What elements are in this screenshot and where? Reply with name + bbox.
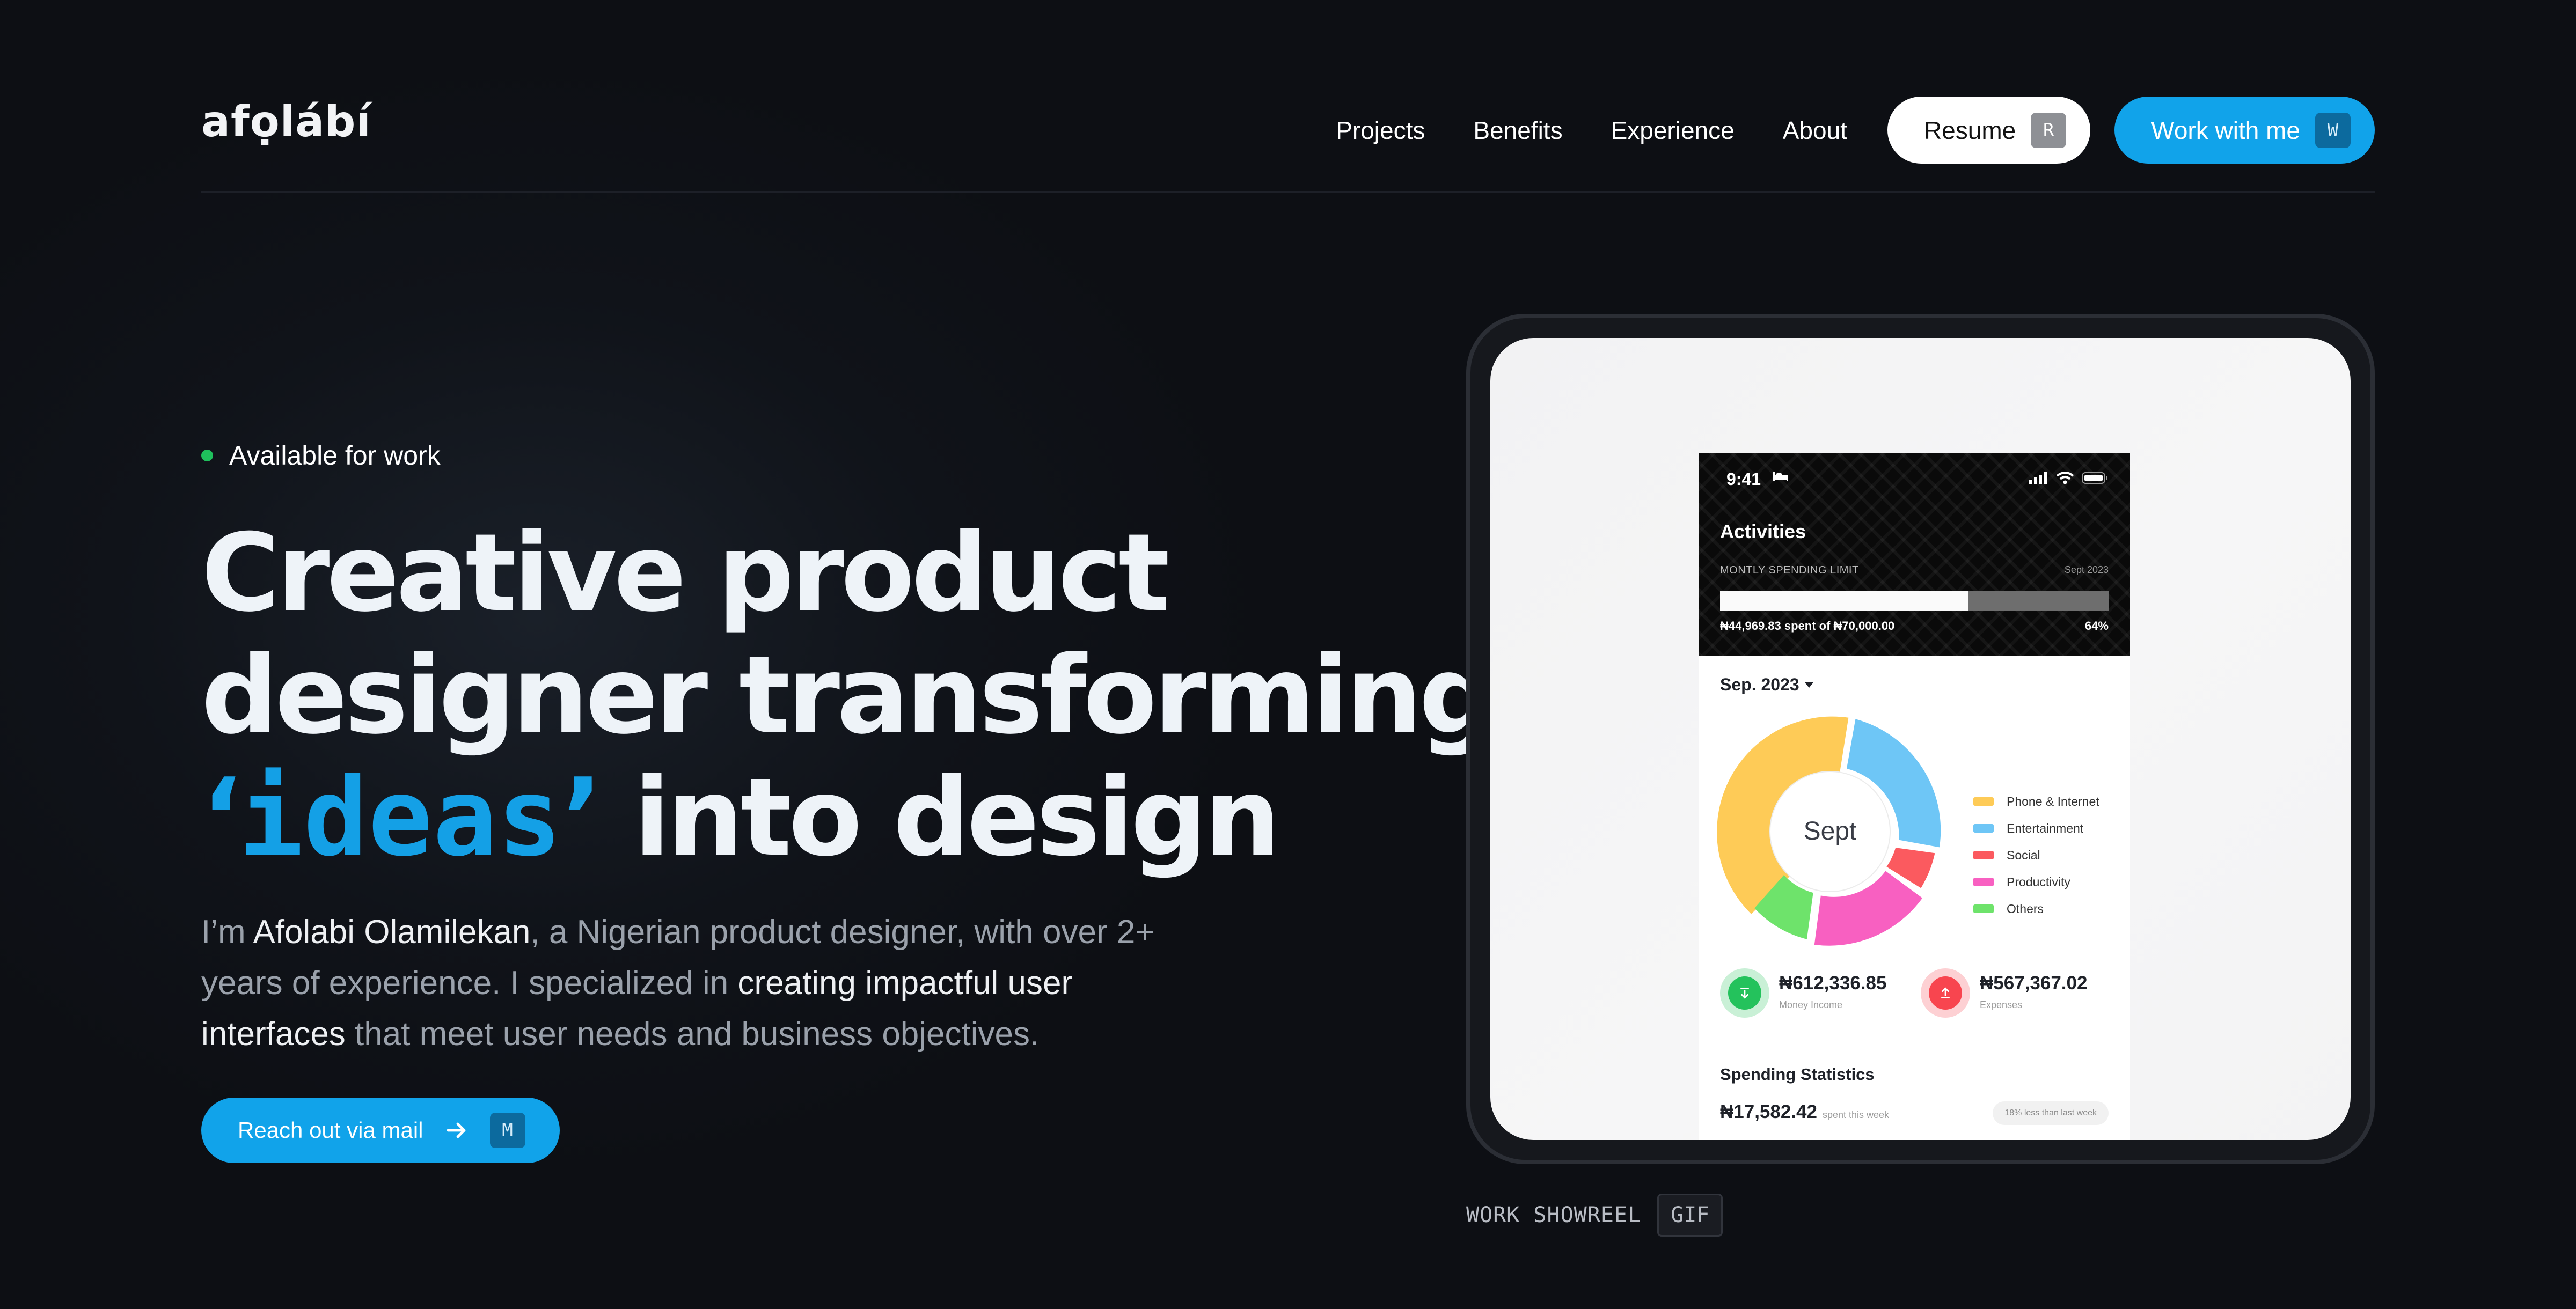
legend-item-productivity: Productivity: [1973, 869, 2099, 895]
nav-divider: [201, 191, 2375, 193]
expense-value: ₦567,367.02: [1980, 973, 2088, 994]
headline-line-3-rest: into design: [633, 755, 1281, 880]
bed-icon: [1773, 472, 1788, 481]
work-with-me-button[interactable]: Work with me W: [2114, 97, 2375, 164]
legend-swatch: [1973, 824, 1994, 833]
spent-summary: ₦44,969.83 spent of ₦70,000.00: [1720, 619, 1895, 633]
legend-label: Others: [2007, 901, 2044, 916]
spending-comparison-badge: 18% less than last week: [1993, 1101, 2109, 1125]
work-showreel-caption: WORK SHOWREEL GIF: [1466, 1194, 1723, 1237]
spent-percent: 64%: [2084, 619, 2109, 633]
availability-status: Available for work: [201, 440, 441, 471]
logo[interactable]: afọlábí: [201, 97, 371, 146]
hero-headline: Creative product designer transforming ‘…: [201, 511, 1496, 879]
resume-button[interactable]: Resume R: [1887, 97, 2091, 164]
legend-item-phone-internet: Phone & Internet: [1973, 788, 2099, 815]
caret-down-icon: [1804, 682, 1813, 688]
spending-amount-sub: spent this week: [1822, 1109, 1890, 1120]
legend-swatch: [1973, 904, 1994, 913]
legend-item-others: Others: [1973, 895, 2099, 922]
mail-shortcut-key: M: [489, 1113, 525, 1148]
showreel-device-frame[interactable]: 9:41 Activities MONTLY SPENDING LIMIT Se…: [1466, 314, 2375, 1164]
wifi-icon: [2056, 472, 2074, 484]
nav-link-benefits[interactable]: Benefits: [1473, 116, 1562, 145]
arrow-right-icon: [447, 1122, 465, 1138]
month-selector-label: Sep. 2023: [1720, 675, 1799, 694]
status-time: 9:41: [1726, 469, 1761, 489]
income-value: ₦612,336.85: [1779, 973, 1887, 994]
spending-amount: ₦17,582.42 spent this week: [1720, 1101, 1889, 1123]
reach-out-label: Reach out via mail: [238, 1117, 423, 1143]
headline-highlight-ideas: ideas: [238, 755, 562, 880]
legend-swatch: [1973, 851, 1994, 859]
hero-bio: I’m Afolabi Olamilekan, a Nigerian produ…: [201, 907, 1221, 1060]
legend-item-entertainment: Entertainment: [1973, 815, 2099, 842]
income-label: Money Income: [1779, 999, 1843, 1010]
legend-item-social: Social: [1973, 842, 2099, 869]
bio-text-3: that meet user needs and business object…: [345, 1016, 1040, 1053]
expense-text: ₦567,367.02 Expenses: [1980, 973, 2087, 1011]
nav-link-experience[interactable]: Experience: [1611, 116, 1735, 145]
status-dot-icon: [201, 450, 213, 461]
expense-label: Expenses: [1980, 999, 2023, 1010]
spending-stats-title: Spending Statistics: [1720, 1065, 1875, 1084]
headline-line-1: Creative product: [201, 511, 1170, 636]
battery-icon: [2082, 472, 2107, 484]
resume-button-label: Resume: [1923, 116, 2016, 144]
legend-label: Social: [2007, 848, 2040, 862]
spending-progress-bar: [1720, 591, 2109, 611]
close-quote: ’: [562, 755, 603, 880]
legend-swatch: [1973, 797, 1994, 806]
income-icon-ring: [1720, 968, 1769, 1018]
work-with-me-label: Work with me: [2151, 116, 2300, 144]
open-quote: ‘: [201, 755, 242, 880]
legend-swatch: [1973, 878, 1994, 886]
status-icons: [2029, 472, 2109, 484]
spending-donut-chart: Sept: [1717, 716, 1941, 946]
spending-progress-fill: [1720, 591, 1969, 611]
nav-link-about[interactable]: About: [1783, 116, 1847, 145]
nav-link-projects[interactable]: Projects: [1336, 116, 1425, 145]
app-title: Activities: [1720, 520, 1806, 542]
arrow-down-icon: [1740, 987, 1749, 999]
month-selector: Sep. 2023: [1720, 675, 1813, 695]
expense-icon: [1929, 976, 1962, 1010]
signal-icon: [2029, 472, 2047, 484]
expense-stat: ₦567,367.02 Expenses: [1921, 968, 2087, 1018]
app-header: 9:41 Activities MONTLY SPENDING LIMIT Se…: [1699, 453, 2130, 656]
reach-out-mail-button[interactable]: Reach out via mail M: [201, 1098, 560, 1163]
donut-legend: Phone & Internet Entertainment Social Pr…: [1973, 788, 2099, 922]
legend-label: Phone & Internet: [2007, 794, 2099, 808]
nav-links: Projects Benefits Experience About Resum…: [1336, 97, 2375, 164]
availability-label: Available for work: [229, 440, 441, 470]
headline-line-2: designer transforming: [201, 633, 1496, 758]
work-with-me-shortcut-key: W: [2315, 112, 2351, 148]
spending-amount-value: ₦17,582.42: [1720, 1101, 1817, 1122]
gif-badge: GIF: [1657, 1194, 1723, 1237]
spending-limit-label: MONTLY SPENDING LIMIT: [1720, 564, 1859, 576]
arrow-up-icon: [1941, 987, 1950, 999]
income-icon: [1728, 976, 1761, 1010]
bio-name: Afolabi Olamilekan: [253, 914, 531, 951]
resume-shortcut-key: R: [2031, 112, 2067, 148]
bio-text-1: I’m: [201, 914, 253, 951]
device-screen: 9:41 Activities MONTLY SPENDING LIMIT Se…: [1490, 338, 2351, 1140]
top-nav: afọlábí Projects Benefits Experience Abo…: [0, 0, 2576, 193]
headline-line-3: ‘ideas’ into design: [201, 757, 1436, 879]
showreel-label: WORK SHOWREEL: [1466, 1203, 1642, 1227]
income-stat: ₦612,336.85 Money Income: [1720, 968, 1886, 1018]
spending-limit-date: Sept 2023: [2064, 564, 2109, 575]
donut-center-label: Sept: [1804, 817, 1857, 845]
legend-label: Productivity: [2007, 874, 2070, 889]
expense-icon-ring: [1921, 968, 1970, 1018]
income-text: ₦612,336.85 Money Income: [1779, 973, 1886, 1011]
legend-label: Entertainment: [2007, 821, 2084, 835]
app-preview: 9:41 Activities MONTLY SPENDING LIMIT Se…: [1699, 453, 2130, 1140]
